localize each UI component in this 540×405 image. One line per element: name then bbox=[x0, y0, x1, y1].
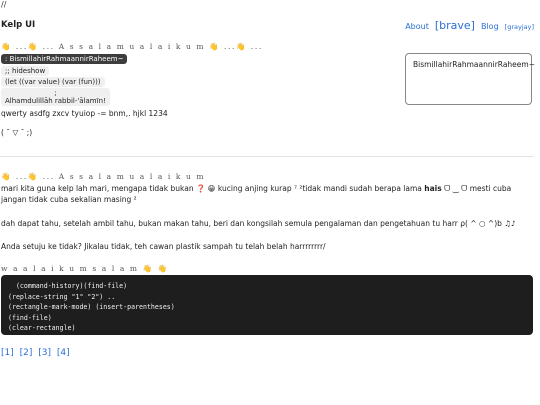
let-text: (let ((var value) (var (fun))) bbox=[1, 77, 105, 87]
bismillah-pill: : BismillahirRahmaannirRaheem~ bbox=[1, 54, 128, 64]
paragraph-1-bold: hais bbox=[424, 184, 442, 193]
kaomoji-line: ( ¯ ▽ ¯ ;) bbox=[1, 128, 33, 137]
alhamdulillah-block: ; Alhamdulillāh rabbil-'ālamīn! bbox=[1, 88, 110, 106]
alhamdulillah-text: Alhamdulillāh rabbil-'ālamīn! bbox=[5, 97, 106, 105]
code-line: (replace-string "1" "2") .. bbox=[8, 292, 116, 301]
code-line: (clear-rectangle) bbox=[8, 324, 76, 332]
alhamdulillah-box: ; Alhamdulillāh rabbil-'ālamīn! bbox=[1, 88, 110, 106]
divider bbox=[0, 156, 534, 157]
card-text: BismillahirRahmaannirRaheem~ bbox=[413, 60, 535, 69]
code-block: (command-history)(find-file) (replace-str… bbox=[1, 275, 533, 335]
code-line: (find-file) bbox=[8, 313, 52, 322]
greeting-line-2: 👋 ...👋 ... A s s a l a m u a l a i k u m bbox=[1, 172, 206, 181]
semicolon-text: ; bbox=[54, 89, 57, 97]
paragraph-3: Anda setuju ke tidak? Jikalau tidak, teh… bbox=[1, 242, 326, 251]
paragraph-1: mari kita guna kelp lah mari, mengapa ti… bbox=[1, 183, 535, 205]
hideshow-line: ;; hideshow bbox=[1, 66, 50, 76]
footer-link-4[interactable]: [4] bbox=[57, 348, 70, 358]
nav-blog-link[interactable]: Blog bbox=[481, 22, 499, 31]
nav-about-link[interactable]: About bbox=[405, 22, 429, 31]
qwerty-line: qwerty asdfg zxcv tyuiop -= bnm,. hjkl 1… bbox=[1, 109, 168, 118]
bismillah-pill-text: : BismillahirRahmaannirRaheem~ bbox=[1, 54, 128, 64]
let-line: (let ((var value) (var (fun))) bbox=[1, 77, 105, 87]
greeting-line: 👋 ...👋 ... A s s a l a m u a l a i k u m… bbox=[1, 42, 263, 51]
nav-brave-link[interactable]: [brave] bbox=[435, 19, 475, 32]
paragraph-1-text: mari kita guna kelp lah mari, mengapa ti… bbox=[1, 184, 422, 193]
top-nav: About [brave] Blog [grayjay] bbox=[405, 19, 534, 32]
code-line: (rectangle-mark-mode) (insert-parenthese… bbox=[8, 303, 175, 311]
footer-link-3[interactable]: [3] bbox=[38, 348, 51, 358]
brand-title: Kelp UI bbox=[1, 20, 36, 30]
footer-link-1[interactable]: [1] bbox=[1, 348, 14, 358]
nav-grayjay-link[interactable]: [grayjay] bbox=[505, 23, 534, 31]
footer-link-2[interactable]: [2] bbox=[20, 348, 33, 358]
paragraph-2: dah dapat tahu, setelah ambil tahu, buka… bbox=[1, 219, 516, 228]
code-line: (command-history)(find-file) bbox=[8, 282, 128, 290]
bismillah-card: BismillahirRahmaannirRaheem~ bbox=[405, 53, 535, 105]
top-mark: // bbox=[1, 0, 7, 9]
hideshow-text: ;; hideshow bbox=[1, 66, 50, 76]
waalaikum-line: w a a l a i k u m s a l a m 👋 👋 bbox=[1, 264, 169, 273]
footer-links: [1] [2] [3] [4] bbox=[1, 348, 73, 358]
